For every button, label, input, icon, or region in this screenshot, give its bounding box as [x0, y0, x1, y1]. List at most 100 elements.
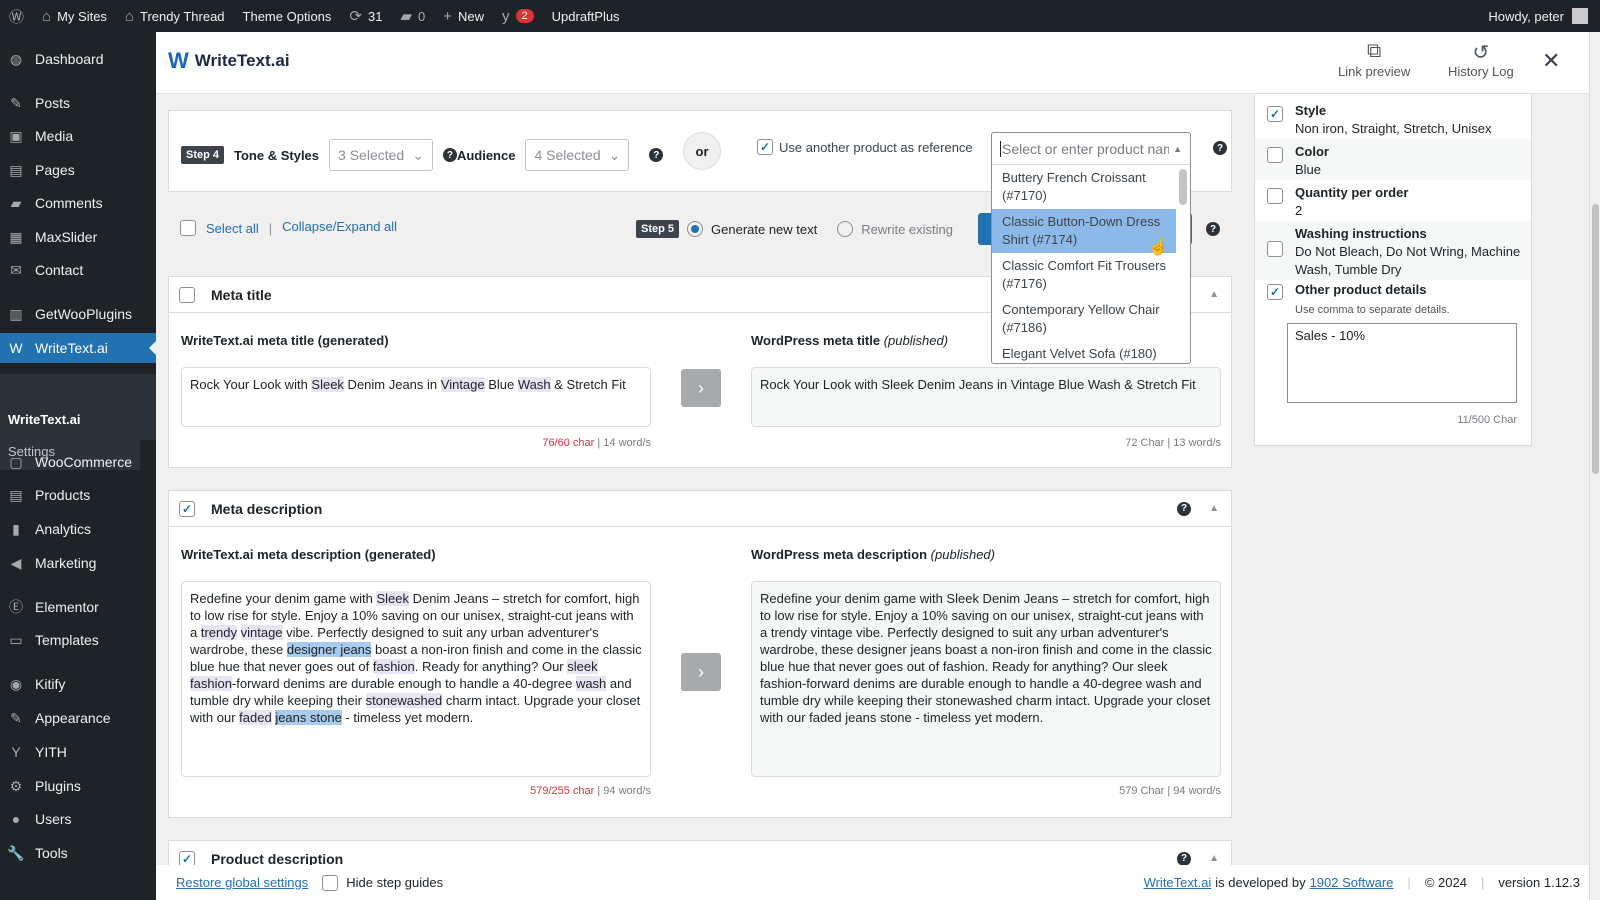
select-all-link[interactable]: Select all: [206, 221, 259, 236]
audience-select[interactable]: 4 Selected ⌄: [525, 139, 630, 171]
attribute-checkbox[interactable]: [1267, 188, 1283, 204]
sidebar-item-label: Dashboard: [35, 51, 104, 67]
keyword-highlight: Vintage: [440, 377, 485, 392]
sidebar-item-templates[interactable]: ▭ Templates: [0, 625, 156, 655]
hide-guides-checkbox[interactable]: [322, 874, 339, 891]
transfer-button[interactable]: ›: [681, 369, 721, 407]
menu-icon: W: [9, 340, 23, 356]
sidebar-item-label: Contact: [35, 262, 84, 278]
admin-bar: Ⓦ ⌂ My Sites ⌂ Trendy Thread Theme Options…: [0, 0, 1600, 32]
generate-radio[interactable]: [687, 221, 704, 237]
help-icon[interactable]: ?: [442, 148, 457, 162]
submenu-writetext[interactable]: WriteText.ai: [8, 412, 80, 427]
meta-title-checkbox[interactable]: [179, 286, 195, 303]
meta-title-generated-input[interactable]: Rock Your Look with Sleek Denim Jeans in…: [181, 367, 651, 427]
meta-description-checkbox[interactable]: ✓: [179, 500, 195, 517]
sidebar-item-kitify[interactable]: ◉ Kitify: [0, 669, 156, 699]
product-option[interactable]: Contemporary Yellow Chair (#7186): [992, 297, 1176, 341]
close-button[interactable]: ✕: [1542, 48, 1560, 74]
product-option[interactable]: Elegant Velvet Sofa (#180): [992, 341, 1176, 363]
sidebar-item-comments[interactable]: ▰ Comments: [0, 188, 156, 218]
keyword-highlight: trendy: [200, 625, 237, 640]
help-icon[interactable]: ?: [1206, 222, 1220, 236]
product-option[interactable]: Buttery French Croissant (#7170): [992, 165, 1176, 209]
adminbar-new[interactable]: + New: [434, 0, 493, 32]
restore-settings-link[interactable]: Restore global settings: [176, 875, 308, 890]
sidebar-item-yith[interactable]: Y YITH: [0, 737, 156, 767]
adminbar-account[interactable]: Howdy, peter: [1488, 0, 1588, 32]
help-icon[interactable]: ?: [1177, 501, 1192, 516]
sidebar-item-label: Templates: [35, 632, 99, 648]
help-icon[interactable]: ?: [1213, 141, 1227, 155]
meta-description-generated-input[interactable]: Redefine your denim game with Sleek Deni…: [181, 581, 651, 777]
writetext-link[interactable]: WriteText.ai: [1144, 875, 1212, 890]
help-icon[interactable]: ?: [649, 148, 664, 162]
menu-icon: ✎: [10, 709, 22, 726]
attribute-checkbox[interactable]: [1267, 147, 1283, 163]
company-link[interactable]: 1902 Software: [1310, 875, 1394, 890]
sidebar-item-analytics[interactable]: ▮ Analytics: [0, 514, 156, 544]
adminbar-comments[interactable]: ▰ 0: [391, 0, 434, 32]
menu-icon: ▭: [9, 631, 23, 648]
sidebar-item-contact[interactable]: ✉ Contact: [0, 255, 156, 285]
product-option[interactable]: Classic Comfort Fit Trousers (#7176): [992, 253, 1176, 297]
other-details-checkbox[interactable]: ✓: [1267, 284, 1283, 300]
menu-icon: ▮: [12, 520, 20, 537]
sidebar-item-writetext-ai[interactable]: W WriteText.ai: [0, 333, 156, 363]
link-preview-button[interactable]: ⧉ Link preview: [1338, 40, 1410, 79]
menu-icon: ▢: [9, 453, 23, 470]
sidebar-item-pages[interactable]: ▤ Pages: [0, 155, 156, 185]
adminbar-updraftplus[interactable]: UpdraftPlus: [543, 0, 629, 32]
adminbar-wordpress[interactable]: Ⓦ: [0, 0, 33, 32]
scrollbar-thumb[interactable]: [1592, 204, 1599, 474]
sidebar-item-label: Appearance: [35, 710, 111, 726]
adminbar-theme-options[interactable]: Theme Options: [234, 0, 341, 32]
sidebar-item-dashboard[interactable]: ◍ Dashboard: [0, 44, 156, 74]
menu-icon: ◍: [9, 50, 23, 67]
reference-checkbox[interactable]: ✓: [757, 139, 773, 155]
keyword-highlight: Wash: [517, 377, 551, 392]
product-search-input[interactable]: Select or enter product nam: [1002, 141, 1169, 157]
sidebar-item-media[interactable]: ▣ Media: [0, 121, 156, 151]
adminbar-yoast[interactable]: y2: [493, 0, 543, 32]
list-scrollbar[interactable]: [1179, 169, 1187, 205]
collapse-icon[interactable]: ▲: [1209, 289, 1219, 300]
attribute-color: Color Blue: [1255, 139, 1531, 180]
sidebar-item-appearance[interactable]: ✎ Appearance: [0, 703, 156, 733]
sidebar-item-posts[interactable]: ✎ Posts: [0, 88, 156, 118]
sidebar-item-elementor[interactable]: Ⓔ Elementor: [0, 592, 156, 622]
attribute-checkbox[interactable]: [1267, 241, 1283, 257]
collapse-icon[interactable]: ▲: [1209, 503, 1219, 514]
collapse-icon[interactable]: ▲: [1209, 853, 1219, 864]
reference-product-combobox[interactable]: Select or enter product nam ▲ Buttery Fr…: [991, 132, 1191, 364]
adminbar-my-sites[interactable]: ⌂ My Sites: [33, 0, 116, 32]
highlighted-phrase: jeans stone: [275, 710, 342, 725]
sidebar-item-woocommerce[interactable]: ▢ WooCommerce: [0, 447, 156, 477]
tone-select[interactable]: 3 Selected ⌄: [329, 139, 433, 171]
home-icon: ⌂: [124, 7, 134, 25]
select-all-checkbox[interactable]: [180, 220, 196, 236]
adminbar-updates[interactable]: ⟳ 31: [340, 0, 391, 32]
sidebar-item-users[interactable]: ● Users: [0, 804, 156, 834]
history-log-button[interactable]: ↺ History Log: [1448, 40, 1514, 79]
help-icon[interactable]: ?: [1177, 851, 1192, 866]
attribute-checkbox[interactable]: ✓: [1267, 106, 1283, 122]
menu-icon: ✉: [10, 261, 22, 278]
rewrite-radio[interactable]: [837, 221, 854, 237]
attribute-value: Do Not Bleach, Do Not Wring, Machine Was…: [1295, 244, 1521, 277]
sidebar-item-getwooplugins[interactable]: ▥ GetWooPlugins: [0, 299, 156, 329]
menu-icon: 🔧: [7, 844, 25, 861]
sidebar-item-maxslider[interactable]: ▦ MaxSlider: [0, 222, 156, 252]
adminbar-site[interactable]: ⌂ Trendy Thread: [116, 0, 234, 32]
char-count: 76/60 char: [542, 437, 595, 449]
published-count: 579 Char | 94 word/s: [1119, 785, 1221, 797]
sidebar-item-products[interactable]: ▤ Products: [0, 480, 156, 510]
page-scrollbar[interactable]: [1589, 32, 1600, 900]
transfer-button[interactable]: ›: [681, 653, 721, 691]
other-details-textarea[interactable]: Sales - 10%: [1287, 323, 1517, 403]
bulk-toolbar: Select all | Collapse/Expand all: [180, 219, 397, 236]
sidebar-item-tools[interactable]: 🔧 Tools: [0, 838, 156, 868]
sidebar-item-plugins[interactable]: ⚙ Plugins: [0, 771, 156, 801]
sidebar-item-marketing[interactable]: ◀ Marketing: [0, 548, 156, 578]
collapse-expand-link[interactable]: Collapse/Expand all: [282, 219, 397, 234]
